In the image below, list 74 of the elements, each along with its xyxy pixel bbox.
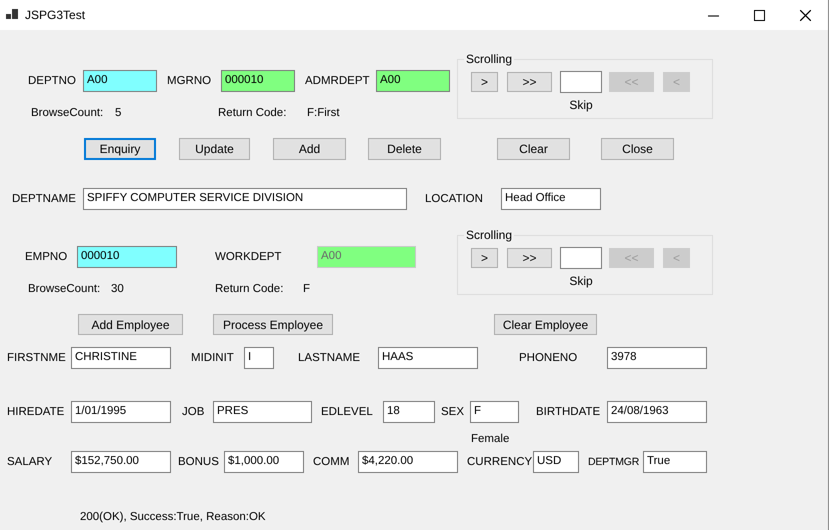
field-label: WORKDEPT [215,250,282,265]
field-label: COMM [313,455,350,470]
field-label: CURRENCY [467,455,532,470]
status-message: 200(OK), Success:True, Reason:OK [80,510,266,525]
code-value: F [303,282,310,296]
input-field[interactable]: 000010 [221,70,295,92]
count-value: 30 [111,282,124,296]
count-value: 5 [115,106,122,120]
input-field[interactable]: 000010 [77,246,177,268]
input-field[interactable]: 24/08/1963 [607,401,707,423]
maximize-icon[interactable] [754,10,765,20]
field-label: DEPTMGR [588,455,640,470]
input-field[interactable]: CHRISTINE [71,347,171,369]
input-field[interactable]: Head Office [501,188,601,210]
field-note: Female [471,432,510,447]
input-field[interactable]: 3978 [607,347,707,369]
field-label: LASTNAME [298,351,360,366]
group-title: Scrolling [465,52,514,67]
field-label: HIREDATE [7,405,64,420]
scroll-button[interactable]: > [471,72,498,92]
input-field[interactable]: PRES [213,401,312,423]
input-field[interactable]: A00 [376,70,450,92]
field-label: PHONENO [519,351,578,366]
action-button[interactable]: Clear [497,138,570,160]
input-field[interactable]: F [470,401,519,423]
close-icon[interactable] [800,10,811,20]
scroll-button[interactable]: >> [507,72,552,92]
action-button[interactable]: Enquiry [84,138,156,160]
field-label: MIDINIT [191,351,234,366]
app-icon [6,9,18,21]
input-field[interactable]: 1/01/1995 [71,401,171,423]
action-button[interactable]: Close [601,138,674,160]
field-label: SALARY [7,455,52,470]
field-label: BrowseCount: [31,106,104,120]
action-button[interactable]: Add [273,138,346,160]
field-label: MGRNO [167,74,212,89]
action-button[interactable]: Process Employee [213,314,333,335]
input-field[interactable]: $1,000.00 [224,451,304,473]
field-label: Skip [569,273,593,289]
field-label: BIRTHDATE [536,405,600,420]
window-title: JSPG3Test [25,8,86,22]
action-button[interactable]: Clear Employee [494,314,597,335]
action-button[interactable]: Update [179,138,250,160]
scroll-button[interactable]: >> [507,248,552,268]
code-value: F:First [307,106,340,120]
input-field[interactable]: A00 [83,70,157,92]
skip-field[interactable] [560,71,602,93]
field-label: Return Code: [218,106,286,120]
field-label: EMPNO [25,250,68,265]
field-label: FIRSTNME [7,351,66,366]
skip-field[interactable] [560,247,602,269]
field-label: BrowseCount: [28,282,100,296]
input-field[interactable]: 18 [383,401,435,423]
field-label: ADMRDEPT [305,74,370,89]
scroll-button[interactable]: > [471,248,498,268]
field-label: Skip [569,97,593,113]
group-title: Scrolling [465,228,514,243]
field-label: EDLEVEL [321,405,373,420]
action-button[interactable]: Delete [368,138,441,160]
field-label: DEPTNAME [12,192,76,207]
action-button[interactable]: Add Employee [78,314,183,335]
input-field[interactable]: SPIFFY COMPUTER SERVICE DIVISION [83,188,407,210]
field-label: LOCATION [425,192,483,207]
field-label: BONUS [178,455,219,470]
input-field[interactable]: HAAS [378,347,478,369]
input-field[interactable]: $152,750.00 [71,451,171,473]
input-field[interactable]: USD [533,451,579,473]
field-label: SEX [441,405,464,420]
input-field[interactable]: I [244,347,274,369]
field-label: Return Code: [215,282,284,296]
field-label: DEPTNO [28,74,76,89]
field-label: JOB [182,405,204,420]
input-field[interactable]: True [643,451,707,473]
input-field[interactable]: $4,220.00 [358,451,458,473]
